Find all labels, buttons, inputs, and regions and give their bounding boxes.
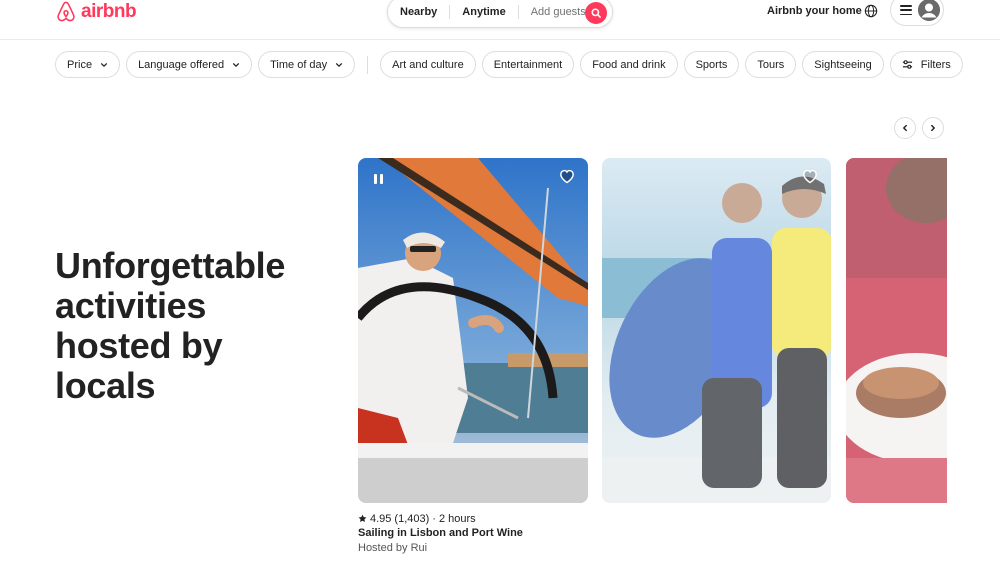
logo-text: airbnb (81, 1, 137, 22)
experience-card-details: 4.95 (1,403) · 2 hours Sailing in Lisbon… (358, 511, 588, 556)
hero-line: Unforgettable (55, 245, 286, 286)
duration: 2 hours (438, 512, 476, 525)
separator-dot: · (432, 512, 436, 525)
avatar-icon (918, 0, 940, 21)
search-bar[interactable]: Nearby Anytime Add guests (387, 0, 613, 28)
filters-label: Filters (920, 58, 951, 71)
globe-icon[interactable] (864, 4, 878, 18)
carousel-next-button[interactable] (922, 117, 944, 139)
search-anytime[interactable]: Anytime (450, 5, 517, 19)
carousel-prev-button[interactable] (894, 117, 916, 139)
filters-icon (902, 60, 912, 69)
pause-icon[interactable] (374, 174, 384, 184)
menu-icon (900, 5, 912, 15)
heart-icon[interactable] (558, 168, 576, 184)
category-food-and-drink[interactable]: Food and drink (580, 51, 678, 78)
experience-card-image[interactable] (358, 158, 588, 503)
hero-heading: Unforgettable activities hosted by local… (55, 246, 335, 406)
chevron-right-icon (931, 124, 935, 132)
surf-photo (602, 158, 831, 503)
category-art-and-culture[interactable]: Art and culture (380, 51, 476, 78)
airbnb-logo[interactable]: airbnb (55, 0, 137, 24)
category-entertainment[interactable]: Entertainment (481, 51, 575, 78)
chevron-down-icon (233, 62, 240, 67)
filter-bar: Price Language offered Time of day Art a… (55, 51, 963, 78)
category-sports[interactable]: Sports (683, 51, 740, 78)
search-button[interactable] (585, 2, 607, 24)
search-icon (591, 8, 601, 18)
category-sightseeing[interactable]: Sightseeing (802, 51, 884, 78)
experience-card-image[interactable] (602, 158, 831, 503)
chevron-down-icon (101, 62, 108, 67)
category-tours[interactable]: Tours (745, 51, 797, 78)
hero-line: hosted by (55, 325, 223, 366)
dropdown-label: Time of day (270, 58, 328, 71)
language-offered-dropdown[interactable]: Language offered (126, 51, 253, 78)
star-icon (358, 514, 367, 523)
review-count: (1,403) (394, 512, 430, 525)
experience-card-image[interactable] (846, 158, 947, 503)
time-of-day-dropdown[interactable]: Time of day (258, 51, 356, 78)
dropdown-label: Language offered (138, 58, 225, 71)
food-photo (846, 158, 947, 503)
top-header: airbnb Nearby Anytime Add guests Airbnb … (0, 0, 1000, 40)
dropdown-label: Price (67, 58, 93, 71)
chevron-left-icon (903, 124, 907, 132)
filter-divider (367, 55, 369, 74)
airbnb-logo-icon (57, 1, 75, 22)
filters-button[interactable]: Filters (889, 51, 963, 78)
search-nearby[interactable]: Nearby (388, 5, 449, 19)
rating-line: 4.95 (1,403) · 2 hours (358, 511, 588, 526)
price-dropdown[interactable]: Price (55, 51, 121, 78)
sailing-photo (358, 158, 588, 503)
hero-line: activities (55, 285, 207, 326)
chevron-down-icon (336, 62, 343, 67)
user-menu-button[interactable] (890, 0, 944, 26)
hero-line: locals (55, 365, 156, 406)
heart-icon[interactable] (801, 168, 819, 184)
host-name: Hosted by Rui (358, 542, 428, 554)
airbnb-your-home-link[interactable]: Airbnb your home (767, 5, 862, 17)
experience-title[interactable]: Sailing in Lisbon and Port Wine (358, 526, 588, 541)
rating-value: 4.95 (370, 512, 392, 525)
